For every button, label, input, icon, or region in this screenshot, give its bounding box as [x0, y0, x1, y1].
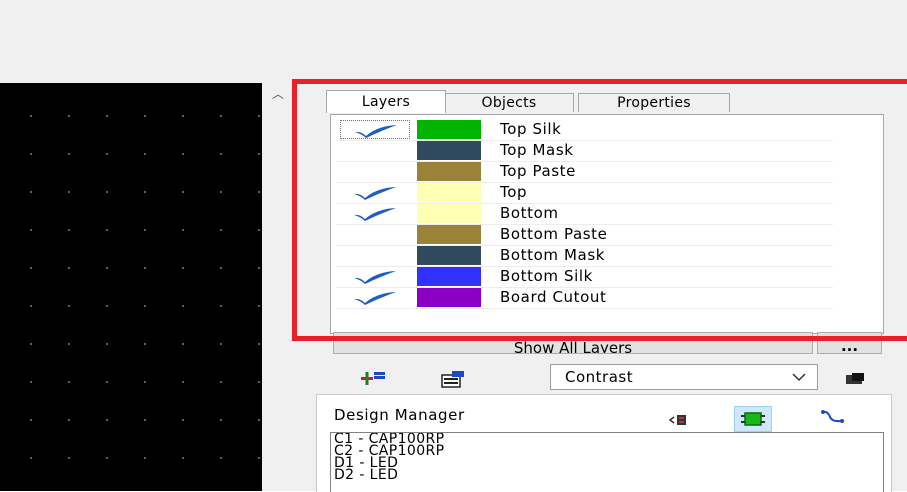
chevron-down-icon: [792, 373, 806, 382]
list-item[interactable]: D2 - LED: [331, 468, 883, 482]
chip-icon[interactable]: [734, 406, 772, 432]
top-toolbar-area: [0, 0, 907, 83]
pcb-canvas[interactable]: [0, 83, 262, 491]
contrast-select[interactable]: Contrast: [550, 364, 818, 390]
design-manager-list: C1 - CAP100RP C2 - CAP100RP D1 - LED D2 …: [330, 432, 884, 492]
contrast-value: Contrast: [565, 368, 634, 386]
design-manager-title: Design Manager: [334, 406, 465, 424]
flip-view-icon[interactable]: [843, 371, 865, 390]
components-list-icon[interactable]: [668, 412, 688, 431]
highlight-box: [292, 79, 907, 341]
layer-settings-icon[interactable]: [440, 370, 466, 392]
add-layer-icon[interactable]: [360, 370, 386, 390]
list-item[interactable]: C2 - CAP100RP: [331, 444, 883, 458]
nets-icon[interactable]: [820, 408, 846, 430]
chevron-up-icon[interactable]: ︿: [272, 88, 284, 100]
